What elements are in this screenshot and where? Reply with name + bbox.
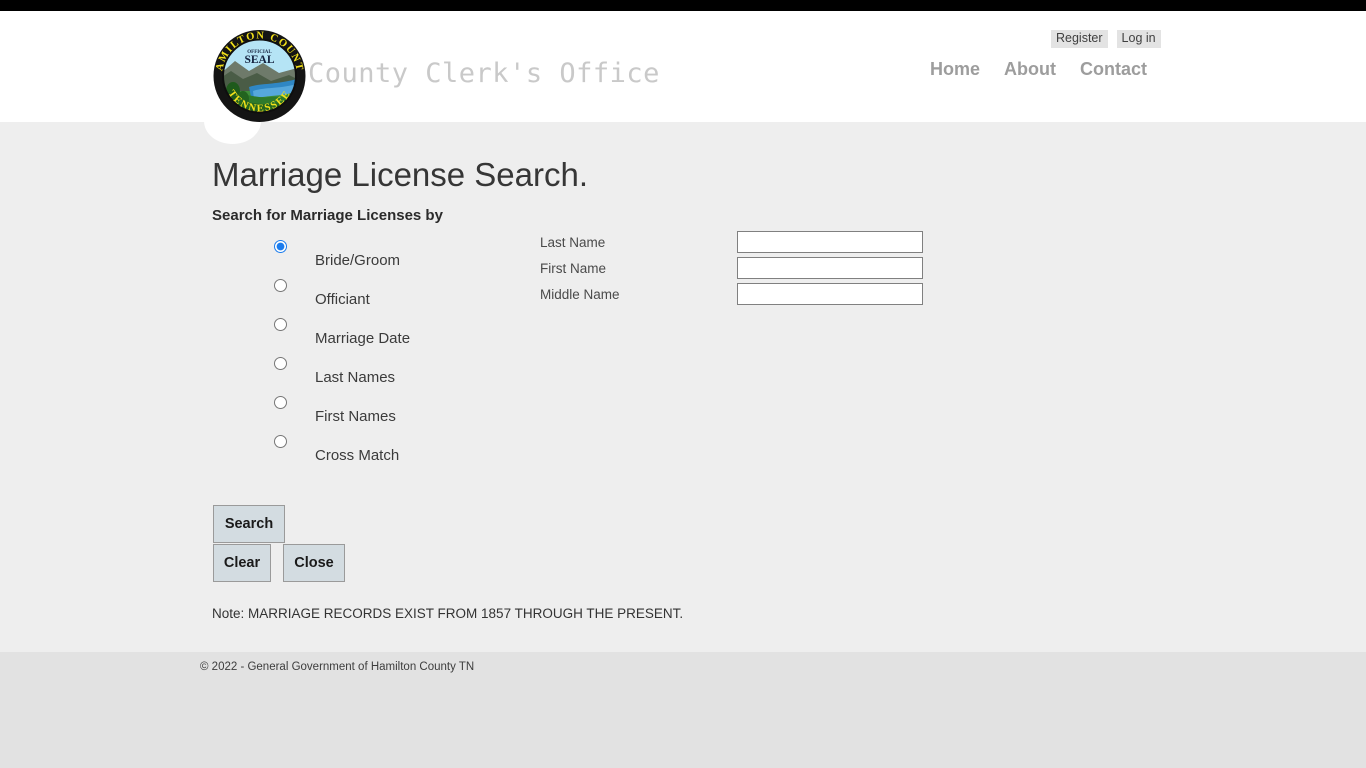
label-middle-name: Middle Name [540, 287, 620, 302]
footer-copyright: © 2022 - General Government of Hamilton … [200, 661, 475, 673]
radio-label-last-names[interactable]: Last Names [315, 369, 395, 386]
radio-label-first-names[interactable]: First Names [315, 408, 396, 425]
radio-last-names[interactable] [274, 357, 287, 370]
nav-contact[interactable]: Contact [1080, 59, 1147, 80]
radio-marriage-date[interactable] [274, 318, 287, 331]
svg-text:SEAL: SEAL [244, 54, 274, 66]
page-title: Marriage License Search. [212, 156, 589, 193]
radio-row-bride-groom[interactable]: Bride/Groom [274, 237, 534, 276]
radio-officiant[interactable] [274, 279, 287, 292]
county-seal-logo[interactable]: HAMILTON COUNTY TENNESSEE OFFICIAL SEAL [209, 29, 310, 123]
close-button[interactable]: Close [283, 544, 345, 582]
page-root: HAMILTON COUNTY TENNESSEE OFFICIAL SEAL … [0, 0, 1366, 768]
label-last-name: Last Name [540, 235, 606, 250]
radio-row-cross-match[interactable]: Cross Match [274, 432, 534, 471]
radio-first-names[interactable] [274, 396, 287, 409]
site-title: County Clerk's Office [308, 58, 660, 89]
site-footer: © 2022 - General Government of Hamilton … [0, 652, 1366, 768]
top-black-bar [0, 0, 1366, 11]
radio-label-marriage-date[interactable]: Marriage Date [315, 330, 410, 347]
radio-row-officiant[interactable]: Officiant [274, 276, 534, 315]
label-first-name: First Name [540, 261, 607, 276]
name-field-labels: Last Name First Name Middle Name [540, 235, 620, 313]
search-button[interactable]: Search [213, 505, 285, 543]
radio-label-bride-groom[interactable]: Bride/Groom [315, 252, 400, 269]
main-navigation: Home About Contact [930, 59, 1147, 80]
middle-name-input[interactable] [737, 283, 923, 305]
name-field-inputs [737, 231, 923, 309]
radio-cross-match[interactable] [274, 435, 287, 448]
login-link[interactable]: Log in [1116, 30, 1161, 48]
register-link[interactable]: Register [1051, 30, 1108, 48]
auth-links: Register Log in [1051, 30, 1161, 48]
records-note: Note: MARRIAGE RECORDS EXIST FROM 1857 T… [212, 606, 684, 621]
nav-about[interactable]: About [1004, 59, 1056, 80]
radio-row-last-names[interactable]: Last Names [274, 354, 534, 393]
radio-label-cross-match[interactable]: Cross Match [315, 447, 399, 464]
main-content: Marriage License Search. Search for Marr… [0, 122, 1366, 652]
clear-button[interactable]: Clear [213, 544, 271, 582]
radio-row-first-names[interactable]: First Names [274, 393, 534, 432]
first-name-input[interactable] [737, 257, 923, 279]
search-section-label: Search for Marriage Licenses by [212, 207, 443, 224]
radio-bride-groom[interactable] [274, 240, 287, 253]
search-type-radio-group: Bride/Groom Officiant Marriage Date Last… [274, 237, 534, 471]
radio-label-officiant[interactable]: Officiant [315, 291, 370, 308]
radio-row-marriage-date[interactable]: Marriage Date [274, 315, 534, 354]
last-name-input[interactable] [737, 231, 923, 253]
nav-home[interactable]: Home [930, 59, 980, 80]
